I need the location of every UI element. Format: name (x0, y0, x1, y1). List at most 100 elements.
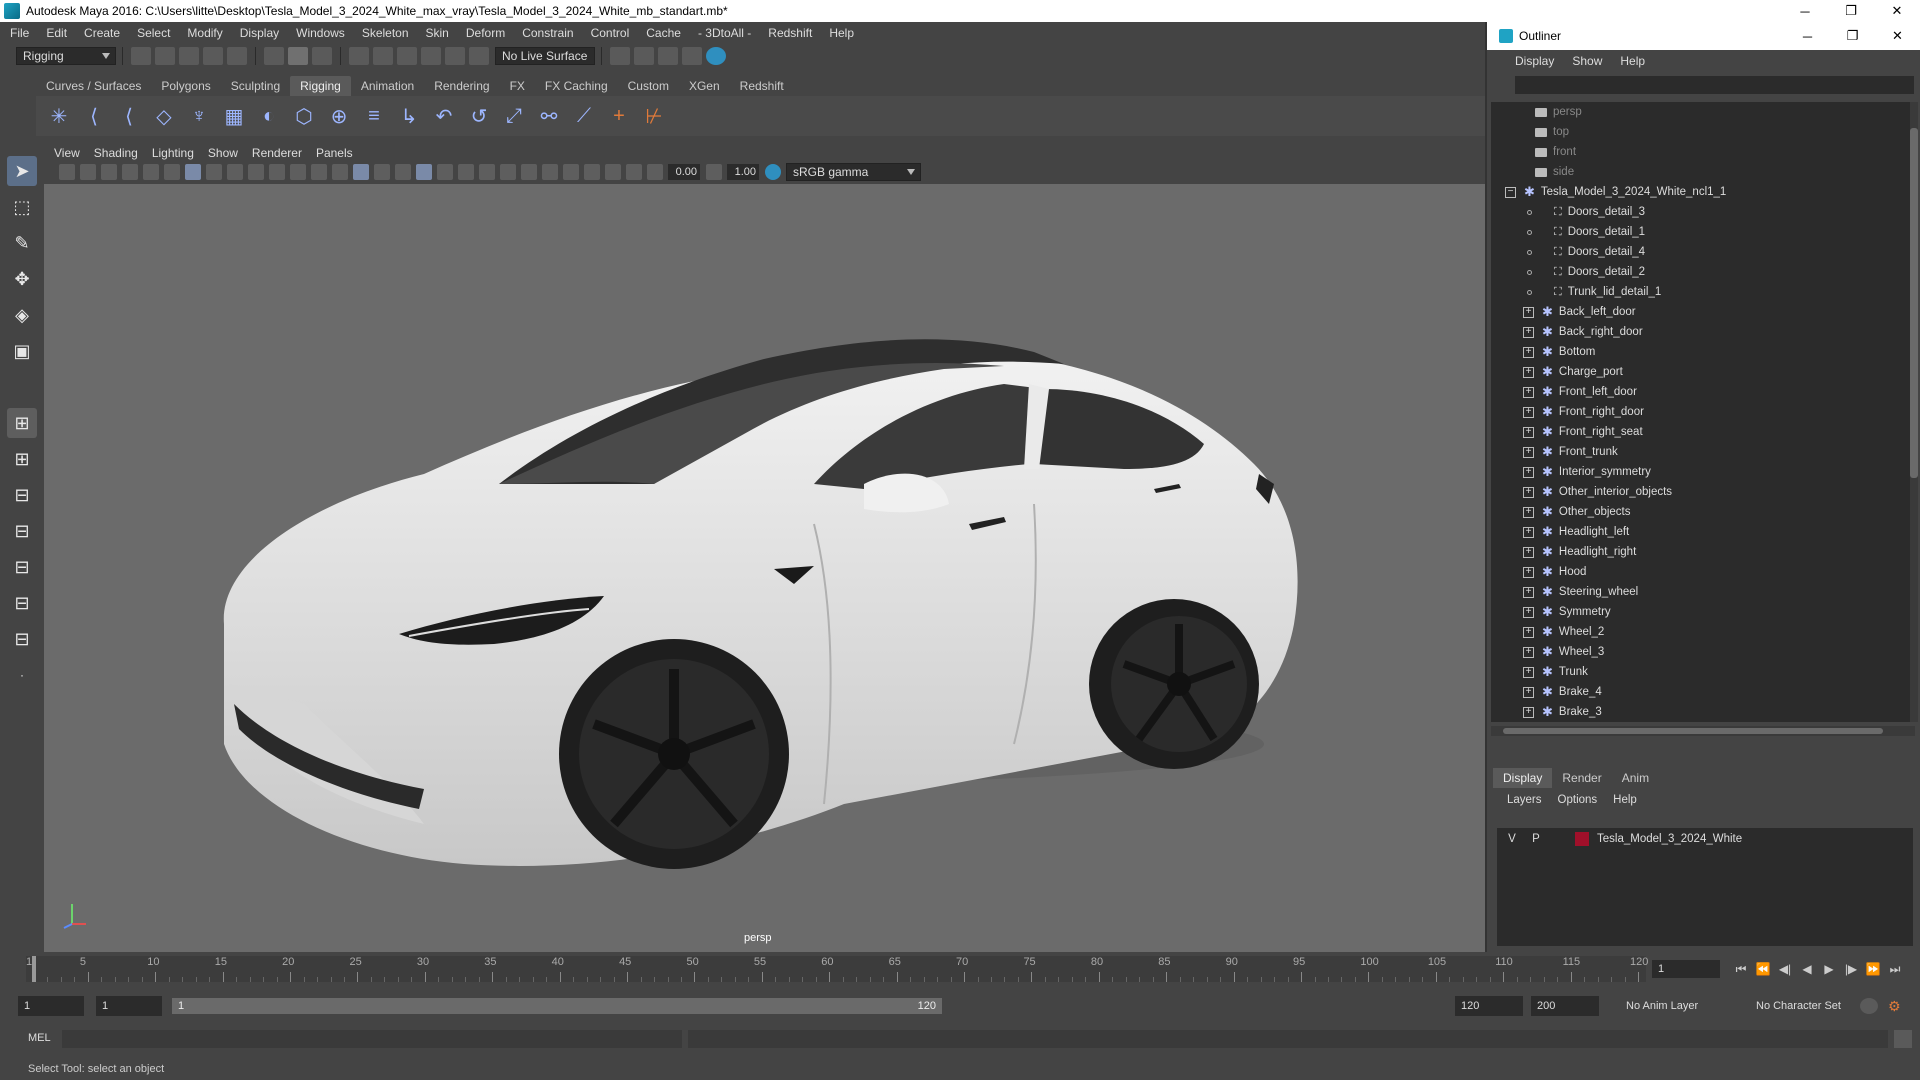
shelf-tab-rendering[interactable]: Rendering (424, 76, 499, 96)
outliner-row-group[interactable]: + ✱ Headlight_right (1491, 542, 1915, 562)
gamma-field[interactable]: 1.00 (727, 164, 759, 180)
outliner-row-camera[interactable]: top (1491, 122, 1915, 142)
persp-outliner-layout-icon[interactable]: ⊟ (7, 480, 37, 510)
single-perspective-layout-icon[interactable]: ⊞ (7, 408, 37, 438)
isolate-select-icon[interactable] (563, 164, 579, 180)
layer-display-type-toggle[interactable] (1551, 831, 1569, 847)
outliner-row-root[interactable]: − ✱ Tesla_Model_3_2024_White_ncl1_1 (1491, 182, 1915, 202)
live-surface-field[interactable]: No Live Surface (495, 47, 595, 65)
four-view-layout-icon[interactable]: ⊞ (7, 444, 37, 474)
playback-end-field[interactable]: 120 (1455, 996, 1523, 1016)
outliner-row-group[interactable]: + ✱ Front_right_door (1491, 402, 1915, 422)
outliner-row-camera[interactable]: front (1491, 142, 1915, 162)
auto-key-icon[interactable] (1860, 998, 1878, 1014)
step-back-key-icon[interactable]: ◀| (1774, 960, 1796, 978)
expand-icon[interactable]: + (1523, 466, 1534, 478)
anim-layer-dropdown[interactable]: No Anim Layer (1620, 996, 1738, 1016)
current-time-indicator[interactable] (32, 956, 36, 982)
shelf-tab-redshift[interactable]: Redshift (730, 76, 794, 96)
shelf-tab-rigging[interactable]: Rigging (290, 76, 351, 96)
pole-vector-icon[interactable]: ⟋ (571, 103, 597, 129)
go-to-end-icon[interactable]: ⏭ (1884, 960, 1906, 978)
outliner-restore-button[interactable]: ❐ (1830, 22, 1875, 50)
ik-handle-icon[interactable]: ⟨ (81, 103, 107, 129)
expand-icon[interactable]: + (1523, 606, 1534, 618)
persp-graph-layout-icon[interactable]: ⊟ (7, 516, 37, 546)
camera-attributes-icon[interactable] (80, 164, 96, 180)
menu-set-dropdown[interactable]: Rigging (16, 47, 116, 65)
film-gate-icon[interactable] (206, 164, 222, 180)
shelf-tab-animation[interactable]: Animation (351, 76, 424, 96)
smooth-shade-icon[interactable] (353, 164, 369, 180)
select-by-component-icon[interactable] (312, 47, 332, 65)
expand-icon[interactable]: + (1523, 626, 1534, 638)
menu-item-select[interactable]: Select (137, 26, 170, 40)
layer-menu-layers[interactable]: Layers (1507, 794, 1542, 806)
expand-icon[interactable]: + (1523, 426, 1534, 438)
collapse-icon[interactable]: − (1505, 186, 1516, 198)
viewport-menu-show[interactable]: Show (208, 146, 238, 160)
wireframe-on-shaded-icon[interactable] (395, 164, 411, 180)
outliner-minimize-button[interactable]: ─ (1785, 22, 1830, 50)
close-button[interactable]: ✕ (1874, 0, 1920, 22)
layer-color-swatch[interactable] (1575, 832, 1589, 846)
ik-spline-icon[interactable]: ⟨ (116, 103, 142, 129)
outliner-row-group[interactable]: + ✱ Interior_symmetry (1491, 462, 1915, 482)
shelf-tab-fx[interactable]: FX (500, 76, 535, 96)
menu-item-create[interactable]: Create (84, 26, 120, 40)
menu-item-deform[interactable]: Deform (466, 26, 505, 40)
outliner-row-mesh[interactable]: ⛶ Doors_detail_1 (1491, 222, 1915, 242)
expand-icon[interactable]: + (1523, 326, 1534, 338)
viewport-menu-renderer[interactable]: Renderer (252, 146, 302, 160)
outliner-menu-display[interactable]: Display (1515, 54, 1554, 68)
expand-icon[interactable]: + (1523, 306, 1534, 318)
outliner-row-camera[interactable]: persp (1491, 102, 1915, 122)
layer-menu-options[interactable]: Options (1558, 794, 1598, 806)
outliner-row-group[interactable]: + ✱ Hood (1491, 562, 1915, 582)
range-bar[interactable]: 1 120 (172, 998, 942, 1014)
expand-icon[interactable]: + (1523, 646, 1534, 658)
menu-item-file[interactable]: File (10, 26, 29, 40)
outliner-row-group[interactable]: + ✱ Brake_3 (1491, 702, 1915, 722)
expand-icon[interactable]: + (1523, 706, 1534, 718)
expand-icon[interactable]: + (1523, 346, 1534, 358)
shadows-icon[interactable] (458, 164, 474, 180)
layer-tab-render[interactable]: Render (1552, 768, 1611, 788)
hypershade-layout-icon[interactable]: ⊟ (7, 552, 37, 582)
shelf-tab-polygons[interactable]: Polygons (151, 76, 220, 96)
outliner-row-group[interactable]: + ✱ Front_trunk (1491, 442, 1915, 462)
expand-icon[interactable]: + (1523, 566, 1534, 578)
depth-of-field-icon[interactable] (542, 164, 558, 180)
layer-visibility-toggle[interactable]: V (1503, 831, 1521, 847)
xray-icon[interactable] (584, 164, 600, 180)
uv-editor-layout-icon[interactable]: ⊟ (7, 624, 37, 654)
expand-icon[interactable]: + (1523, 406, 1534, 418)
shelf-tab-fx-caching[interactable]: FX Caching (535, 76, 618, 96)
snap-view-plane-icon[interactable] (421, 47, 441, 65)
lattice-icon[interactable]: ▦ (221, 103, 247, 129)
outliner-menu-show[interactable]: Show (1572, 54, 1602, 68)
resolution-gate-icon[interactable] (227, 164, 243, 180)
outliner-row-group[interactable]: + ✱ Front_right_seat (1491, 422, 1915, 442)
outliner-row-group[interactable]: + ✱ Symmetry (1491, 602, 1915, 622)
step-back-frame-icon[interactable]: ⏪ (1752, 960, 1774, 978)
rotate-tool-icon[interactable]: ◈ (7, 300, 37, 330)
outliner-horizontal-scrollbar[interactable] (1491, 726, 1915, 736)
outliner-row-mesh[interactable]: ⛶ Doors_detail_2 (1491, 262, 1915, 282)
layer-menu-help[interactable]: Help (1613, 794, 1637, 806)
grease-pencil-icon[interactable] (164, 164, 180, 180)
select-by-object-icon[interactable] (288, 47, 308, 65)
move-tool-icon[interactable]: ✥ (7, 264, 37, 294)
view-transform-dropdown[interactable]: sRGB gamma (786, 163, 921, 181)
select-by-hierarchy-icon[interactable] (264, 47, 284, 65)
outliner-row-group[interactable]: + ✱ Headlight_left (1491, 522, 1915, 542)
xray-active-icon[interactable] (605, 164, 621, 180)
outliner-menu-help[interactable]: Help (1620, 54, 1645, 68)
viewport-menu-lighting[interactable]: Lighting (152, 146, 194, 160)
end-time-field[interactable]: 200 (1531, 996, 1599, 1016)
snap-point-icon[interactable] (397, 47, 417, 65)
wrap-deformer-icon[interactable]: ⬡ (291, 103, 317, 129)
default-material-icon[interactable] (374, 164, 390, 180)
orient-joint-icon[interactable]: ⊬ (641, 103, 667, 129)
gate-mask-icon[interactable] (248, 164, 264, 180)
